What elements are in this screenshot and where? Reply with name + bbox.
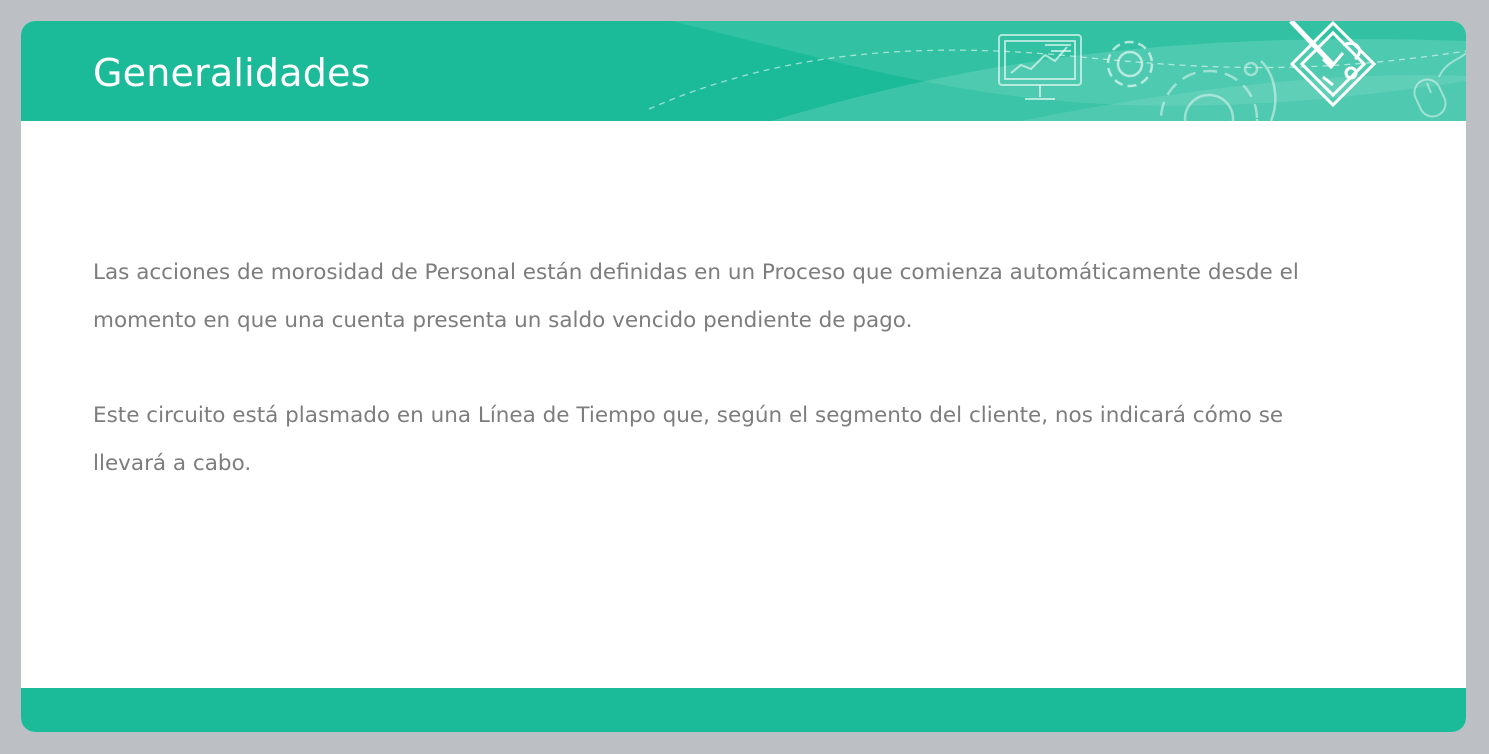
footer-bar [21, 688, 1466, 732]
paragraph-morosidad: Las acciones de morosidad de Personal es… [93, 260, 1299, 333]
slide: Generalidades Las acciones de morosidad … [21, 21, 1466, 732]
header-banner: Generalidades [21, 21, 1466, 121]
slide-body: Las acciones de morosidad de Personal es… [93, 249, 1333, 535]
page-title: Generalidades [93, 51, 371, 95]
paragraph-linea-de-tiempo: Este circuito está plasmado en una Línea… [93, 403, 1284, 476]
